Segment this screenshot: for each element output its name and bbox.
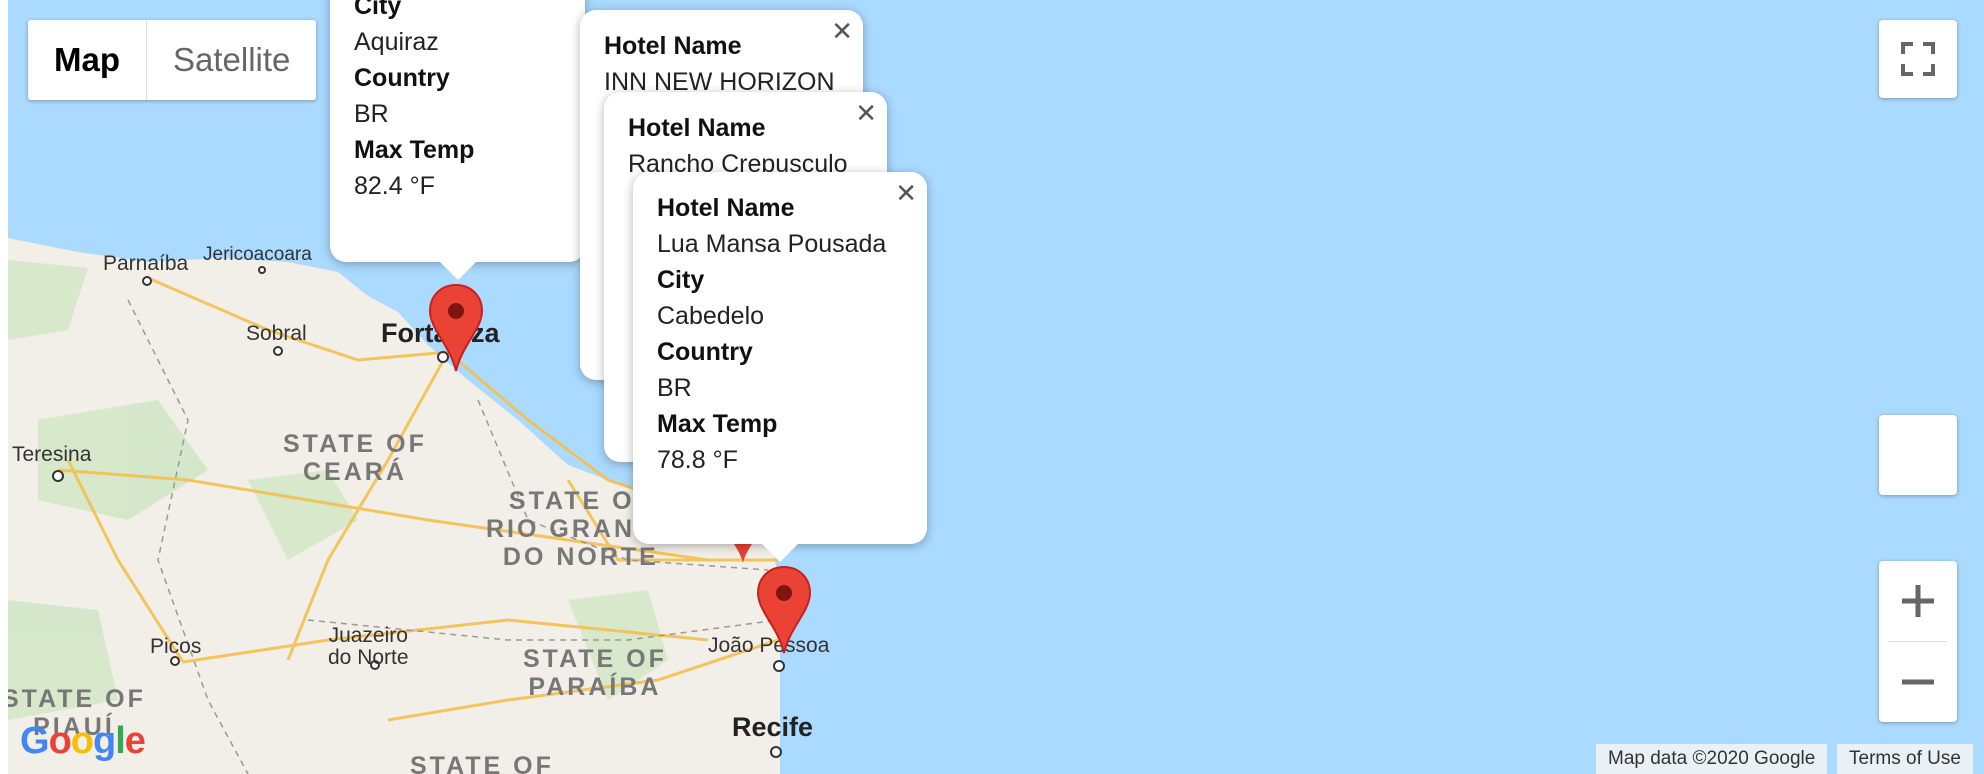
place-label-sobral: Sobral (246, 322, 307, 345)
map-type-satellite-button[interactable]: Satellite (147, 20, 316, 100)
place-dots (52, 266, 785, 758)
place-label-juazeiro: Juazeiro do Norte (328, 624, 409, 669)
terms-of-use-link[interactable]: Terms of Use (1837, 744, 1973, 774)
zoom-in-icon[interactable] (1879, 561, 1957, 641)
place-label-picos: Picos (150, 635, 202, 658)
city-label: City (354, 0, 402, 20)
place-label-teresina: Teresina (12, 443, 92, 466)
city-value: Cabedelo (657, 302, 765, 330)
hotel-name-value: Lua Mansa Pousada (657, 230, 887, 258)
close-icon[interactable]: ✕ (855, 100, 877, 126)
map-type-map-button[interactable]: Map (28, 20, 147, 100)
pegman-button[interactable] (1879, 415, 1957, 495)
zoom-control (1879, 561, 1957, 722)
place-label-parnaiba: Parnaíba (103, 252, 189, 275)
max-temp-value: 78.8 °F (657, 446, 738, 474)
info-window-lua-mansa: ✕ Hotel Name Lua Mansa Pousada City Cabe… (633, 172, 927, 562)
max-temp-label: Max Temp (657, 410, 778, 438)
close-icon[interactable]: ✕ (895, 180, 917, 206)
google-logo: Google (20, 720, 146, 762)
hotel-name-label: Hotel Name (604, 32, 742, 60)
max-temp-label: Max Temp (354, 136, 475, 164)
fullscreen-button[interactable] (1879, 20, 1957, 98)
close-icon[interactable]: ✕ (831, 18, 853, 44)
state-label-paraiba: STATE OF PARAÍBA (523, 645, 667, 701)
map-data-attribution: Map data ©2020 Google (1596, 744, 1828, 774)
place-label-recife: Recife (732, 712, 814, 742)
map-canvas[interactable]: Parnaíba Jericoacoara Sobral Fortaleza T… (8, 0, 1984, 774)
map-type-control: Map Satellite (28, 20, 317, 100)
state-label-pernambuco: STATE OF (410, 752, 554, 774)
country-value: BR (657, 374, 692, 402)
map-marker-icon[interactable] (756, 565, 812, 655)
state-label-ceara: STATE OF CEARÁ (283, 430, 427, 486)
city-label: City (657, 266, 705, 294)
place-label-jericoacoara: Jericoacoara (203, 244, 312, 265)
country-label: Country (657, 338, 753, 366)
hotel-name-label: Hotel Name (657, 194, 795, 222)
country-value: BR (354, 100, 389, 128)
zoom-out-icon[interactable] (1879, 642, 1957, 722)
map-marker-icon[interactable] (428, 283, 484, 373)
city-value: Aquiraz (354, 28, 439, 56)
hotel-name-label: Hotel Name (628, 114, 766, 142)
country-label: Country (354, 64, 450, 92)
max-temp-value: 82.4 °F (354, 172, 435, 200)
info-window-aquiraz: City Aquiraz Country BR Max Temp 82.4 °F (330, 0, 585, 280)
fullscreen-icon (1901, 42, 1935, 76)
